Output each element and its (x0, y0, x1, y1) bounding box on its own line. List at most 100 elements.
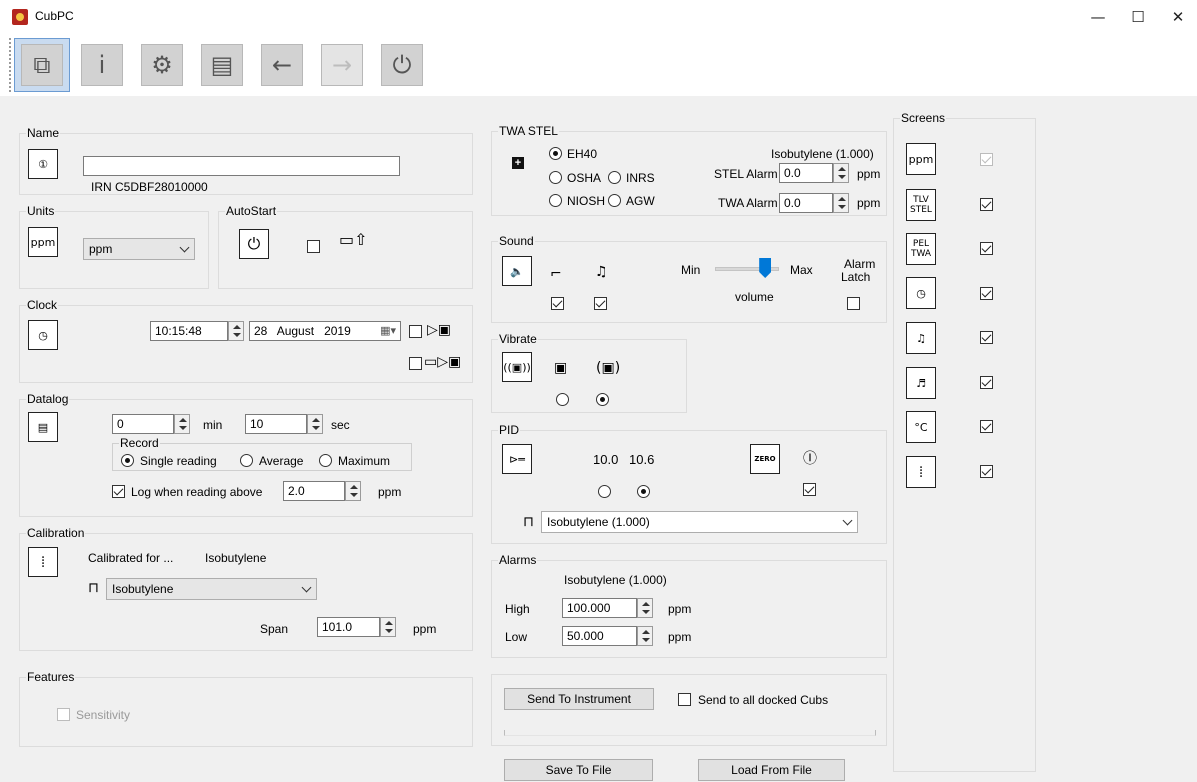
calibration-gas-select[interactable]: Isobutylene (106, 578, 317, 600)
zero-checkbox[interactable] (803, 483, 816, 496)
agw-radio[interactable] (608, 194, 621, 207)
arrow-left-icon: ← (261, 44, 303, 86)
interval-min-input[interactable]: 0 (112, 414, 174, 434)
send-to-instrument-button[interactable]: Send To Instrument (504, 688, 654, 710)
high-alarm-spinner[interactable] (637, 598, 653, 618)
sensitivity-label: Sensitivity (76, 708, 131, 722)
interval-sec-input[interactable]: 10 (245, 414, 307, 434)
pc-to-device-icon: ▭▷▣ (424, 354, 462, 370)
save-to-file-button[interactable]: Save To File (504, 759, 653, 781)
zero-icon: ZERO (750, 444, 780, 474)
alarms-group: Alarms Isobutylene (1.000) High 100.000 … (491, 553, 887, 658)
expand-icon[interactable]: + (512, 157, 524, 169)
load-from-file-button[interactable]: Load From File (698, 759, 845, 781)
log-above-label: Log when reading above (131, 485, 263, 499)
instruments-button[interactable]: ⧉ (14, 38, 70, 92)
record-maximum-label: Maximum (338, 454, 391, 468)
lamp-10-6-radio[interactable] (637, 485, 650, 498)
chevron-down-icon (842, 515, 853, 526)
gas-cylinder-icon: ⊓ (88, 580, 99, 596)
screen-pel-twa-checkbox[interactable] (980, 242, 993, 255)
autostart-checkbox[interactable] (307, 240, 320, 253)
minimize-button[interactable]: — (1082, 4, 1114, 30)
dock-start-icon: ▭⇧ (339, 230, 368, 249)
lamp-10-0-label: 10.0 (593, 452, 619, 467)
sound-switch-checkbox[interactable] (551, 297, 564, 310)
interval-sec-spinner[interactable] (307, 414, 323, 434)
eh40-radio[interactable] (549, 147, 562, 160)
sound-bell-checkbox[interactable] (594, 297, 607, 310)
volume-slider[interactable] (759, 258, 772, 278)
time-spinner[interactable] (228, 321, 244, 341)
screen-ppm-checkbox[interactable] (980, 153, 993, 166)
vibrate-on-radio[interactable] (596, 393, 609, 406)
chevron-down-icon (179, 242, 190, 253)
date-month: August (276, 324, 315, 338)
group-label: Features (26, 670, 76, 684)
span-spinner[interactable] (380, 617, 396, 637)
forward-button[interactable]: → (314, 38, 370, 92)
log-above-unit: ppm (378, 485, 402, 499)
span-input[interactable]: 101.0 (317, 617, 380, 637)
stel-alarm-spinner[interactable] (833, 163, 849, 183)
record-group: Record Single reading Average Maximum (112, 436, 412, 471)
sensitivity-checkbox[interactable] (57, 708, 70, 721)
time-input[interactable]: 10:15:48 (150, 321, 228, 341)
screen-clock-checkbox[interactable] (980, 287, 993, 300)
screen-bell-alarm-checkbox[interactable] (980, 376, 993, 389)
high-alarm-input[interactable]: 100.000 (562, 598, 637, 618)
name-group: Name ① IRN C5DBF28010000 (19, 126, 473, 195)
group-label: PID (498, 423, 521, 437)
record-average-label: Average (259, 454, 304, 468)
name-input[interactable] (83, 156, 400, 176)
settings-button[interactable]: ⚙ (134, 38, 190, 92)
low-alarm-input[interactable]: 50.000 (562, 626, 637, 646)
gear-icon: ⚙ (141, 44, 183, 86)
power-button[interactable]: ⏻ (374, 38, 430, 92)
twa-alarm-input[interactable]: 0.0 (779, 193, 833, 213)
niosh-radio[interactable] (549, 194, 562, 207)
record-single-radio[interactable] (121, 454, 134, 467)
ppm-icon: ppm (28, 227, 58, 257)
alarm-latch-checkbox[interactable] (847, 297, 860, 310)
twa-alarm-spinner[interactable] (833, 193, 849, 213)
low-unit: ppm (668, 630, 692, 644)
stel-alarm-input[interactable]: 0.0 (779, 163, 833, 183)
lamp-10-0-radio[interactable] (598, 485, 611, 498)
record-maximum-radio[interactable] (319, 454, 332, 467)
log-above-spinner[interactable] (345, 481, 361, 501)
record-label: Record (119, 436, 160, 450)
log-above-checkbox[interactable] (112, 485, 125, 498)
dock-button[interactable]: ▤ (194, 38, 250, 92)
inrs-label: INRS (626, 171, 655, 185)
send-group: Send To Instrument Send to all docked Cu… (491, 674, 887, 746)
back-button[interactable]: ← (254, 38, 310, 92)
screen-battery-checkbox[interactable] (980, 465, 993, 478)
interval-min-spinner[interactable] (174, 414, 190, 434)
clock-icon: ◷ (28, 320, 58, 350)
screen-tlv-stel-checkbox[interactable] (980, 198, 993, 211)
low-alarm-spinner[interactable] (637, 626, 653, 646)
units-select[interactable]: ppm (83, 238, 195, 260)
info-button[interactable]: i (74, 38, 130, 92)
record-average-radio[interactable] (240, 454, 253, 467)
osha-radio[interactable] (549, 171, 562, 184)
vibrate-off-radio[interactable] (556, 393, 569, 406)
sync-clock-checkbox[interactable] (409, 325, 422, 338)
min-unit-label: min (203, 418, 223, 432)
screen-bell-alarm-icon: ♬ (906, 367, 936, 399)
dock-icon: ▤ (201, 44, 243, 86)
screen-temperature-checkbox[interactable] (980, 420, 993, 433)
pid-gas-select[interactable]: Isobutylene (1.000) (541, 511, 858, 533)
log-above-input[interactable]: 2.0 (283, 481, 345, 501)
close-button[interactable]: ✕ (1162, 4, 1194, 30)
screen-bell-checkbox[interactable] (980, 331, 993, 344)
calibration-group: Calibration ⦙ Calibrated for ... Isobuty… (19, 526, 473, 651)
stel-alarm-unit: ppm (857, 167, 881, 181)
maximize-button[interactable]: ☐ (1122, 4, 1154, 30)
pc-sync-checkbox[interactable] (409, 357, 422, 370)
vibrate-icon: ((▣)) (502, 352, 532, 382)
send-all-checkbox[interactable] (678, 693, 691, 706)
date-picker[interactable]: 28 August 2019 ▦▾ (249, 321, 401, 341)
inrs-radio[interactable] (608, 171, 621, 184)
